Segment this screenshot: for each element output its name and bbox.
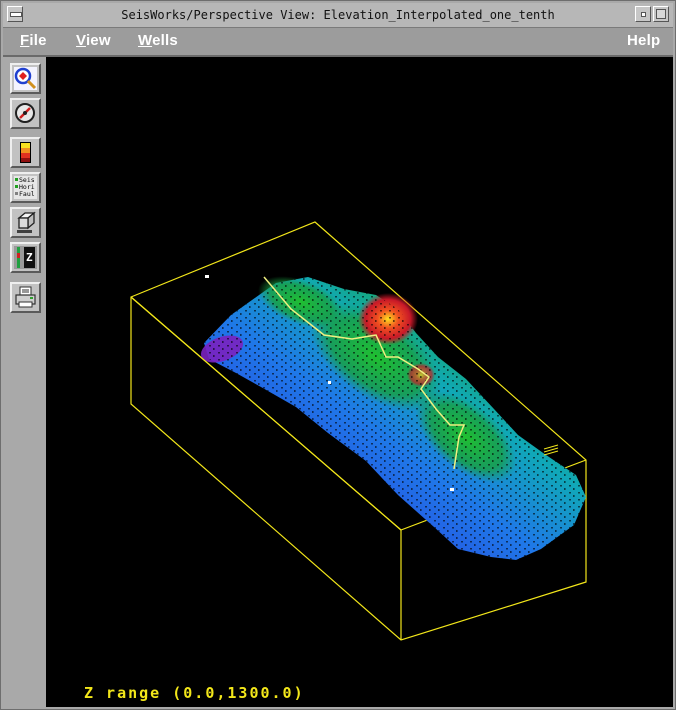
perspective-viewport[interactable]: Z range (0.0,1300.0) [46, 57, 673, 707]
menu-view[interactable]: View [76, 32, 111, 49]
menu-wells-mnemonic: W [138, 32, 153, 49]
menu-file-mnemonic: F [20, 32, 30, 49]
z-scale-icon: Z [14, 246, 37, 269]
display-layers-button[interactable]: Seis Hori Faul [10, 172, 41, 203]
tool-palette: Seis Hori Faul Z [3, 57, 45, 707]
z-scale-letter: Z [26, 251, 33, 264]
z-range-label: Z range (0.0,1300.0) [84, 684, 305, 702]
printer-icon [15, 286, 36, 308]
marker [205, 275, 209, 278]
rotate-tool-button[interactable] [10, 98, 41, 129]
menu-wells-label: ells [152, 32, 178, 49]
marker [450, 488, 454, 491]
elevation-surface [200, 276, 586, 560]
menu-wells[interactable]: Wells [138, 32, 178, 49]
minimize-button[interactable] [635, 6, 651, 22]
menu-view-label: iew [85, 32, 111, 49]
menu-help[interactable]: Help [627, 32, 660, 49]
menu-file[interactable]: File [20, 32, 47, 49]
layers-list-icon: Seis Hori Faul [14, 176, 37, 199]
maximize-button[interactable] [653, 6, 669, 22]
menu-bar: File View Wells Help [3, 28, 673, 57]
color-bar-icon [20, 142, 31, 163]
print-button[interactable] [10, 282, 41, 313]
color-scale-button[interactable] [10, 137, 41, 168]
dial-icon [15, 103, 35, 123]
north-arrow-icon [543, 444, 559, 456]
perspective-scene [130, 221, 587, 641]
title-bar[interactable]: SeisWorks/Perspective View: Elevation_In… [3, 3, 673, 28]
magnifier-icon [14, 67, 37, 90]
minimize-icon [641, 12, 646, 17]
perspective-view-window: SeisWorks/Perspective View: Elevation_In… [0, 0, 676, 710]
menu-view-mnemonic: V [76, 32, 86, 49]
window-title: SeisWorks/Perspective View: Elevation_In… [121, 8, 555, 22]
cube-view-button[interactable] [10, 207, 41, 238]
layers-line-faul: Faul [19, 190, 35, 198]
menu-file-label: ile [29, 32, 47, 49]
cube-icon [17, 211, 36, 233]
marker [328, 381, 331, 384]
z-scale-button[interactable]: Z [10, 242, 41, 273]
maximize-icon [656, 9, 666, 19]
zoom-tool-button[interactable] [10, 63, 41, 94]
